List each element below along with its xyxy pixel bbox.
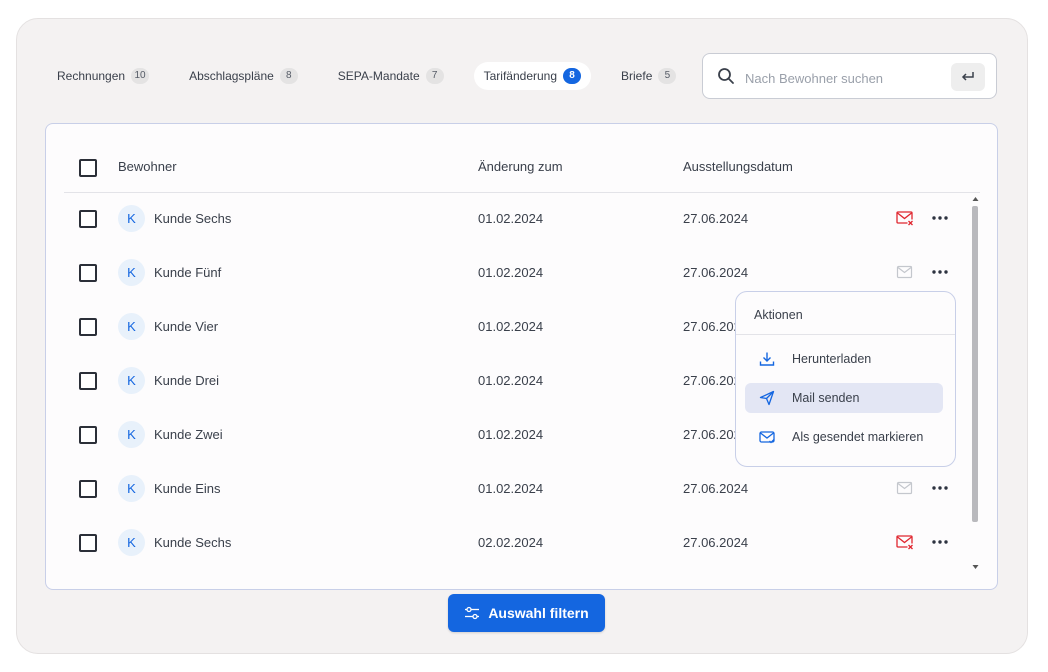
change-date: 01.02.2024 [478,427,544,442]
resident-name: Kunde Zwei [154,427,223,442]
tab-label: Briefe [621,69,653,83]
avatar: K [118,529,145,556]
search-input[interactable] [743,66,937,90]
filter-selection-button[interactable]: Auswahl filtern [448,594,605,632]
table-row[interactable]: K Kunde Eins 01.02.2024 27.06.2024 [64,462,980,516]
send-icon [759,390,775,406]
resident-name: Kunde Sechs [154,211,232,226]
tab-count-badge: 5 [658,68,677,84]
avatar: K [118,475,145,502]
menu-item-send-mail[interactable]: Mail senden [745,383,943,413]
menu-item-label: Als gesendet markieren [792,430,924,444]
avatar: K [118,313,145,340]
tab-label: Abschlagspläne [189,69,274,83]
column-header-issue-date: Ausstellungsdatum [683,159,793,174]
change-date: 01.02.2024 [478,481,544,496]
issue-date: 27.06.2024 [683,211,749,226]
resident-name: Kunde Eins [154,481,221,496]
table-header: Bewohner Änderung zum Ausstellungsdatum [64,144,980,193]
tab-bar: Rechnungen 10 Abschlagspläne 8 SEPA-Mand… [47,62,706,90]
tab-label: Rechnungen [57,69,126,83]
download-icon [759,352,775,366]
search-icon [718,68,734,84]
tab-count-badge: 8 [563,68,582,84]
resident-name: Kunde Fünf [154,265,222,280]
row-checkbox[interactable] [79,426,97,444]
scroll-down-icon[interactable] [972,564,979,570]
sliders-icon [465,606,480,620]
row-checkbox[interactable] [79,318,97,336]
tab-count-badge: 10 [131,68,150,84]
mail-icon[interactable] [896,264,914,280]
issue-date: 27.06.2024 [683,535,749,550]
tab-label: SEPA-Mandate [337,69,420,83]
search-submit-button[interactable] [951,63,985,91]
more-actions-button[interactable] [928,262,952,282]
mail-icon[interactable] [896,480,914,496]
scrollbar[interactable] [971,196,980,572]
column-header-change-date: Änderung zum [478,159,563,174]
change-date: 02.02.2024 [478,535,544,550]
issue-date: 27.06.2024 [683,481,749,496]
more-actions-button[interactable] [928,478,952,498]
select-all-checkbox[interactable] [79,159,97,177]
more-horizontal-icon [932,540,948,544]
menu-item-label: Mail senden [792,391,860,405]
change-date: 01.02.2024 [478,373,544,388]
mail-check-icon [759,431,775,444]
tab-abschlagsplaene[interactable]: Abschlagspläne 8 [179,62,308,90]
row-checkbox[interactable] [79,264,97,282]
resident-name: Kunde Sechs [154,535,232,550]
more-horizontal-icon [932,486,948,490]
menu-item-download[interactable]: Herunterladen [745,344,943,374]
tab-count-badge: 8 [279,68,298,84]
menu-item-label: Herunterladen [792,352,872,366]
more-actions-button[interactable] [928,208,952,228]
actions-menu-title: Aktionen [754,308,803,322]
more-horizontal-icon [932,270,948,274]
scroll-up-icon[interactable] [972,196,979,202]
row-checkbox[interactable] [79,210,97,228]
column-header-resident: Bewohner [118,159,177,174]
avatar: K [118,421,145,448]
more-horizontal-icon [932,216,948,220]
tab-label: Tarifänderung [483,69,558,83]
scrollbar-thumb[interactable] [972,206,978,522]
row-checkbox[interactable] [79,480,97,498]
actions-menu: Aktionen Herunterladen Mail senden Als g… [735,291,956,467]
enter-icon [961,72,974,81]
change-date: 01.02.2024 [478,319,544,334]
avatar: K [118,367,145,394]
row-checkbox[interactable] [79,372,97,390]
tab-sepa-mandate[interactable]: SEPA-Mandate 7 [328,62,454,90]
avatar: K [118,205,145,232]
tab-rechnungen[interactable]: Rechnungen 10 [47,62,159,90]
change-date: 01.02.2024 [478,265,544,280]
tab-tarifaenderung[interactable]: Tarifänderung 8 [473,62,592,90]
tab-count-badge: 7 [425,68,444,84]
row-checkbox[interactable] [79,534,97,552]
table-row[interactable]: K Kunde Sechs 01.02.2024 27.06.2024 [64,192,980,246]
filter-button-label: Auswahl filtern [488,605,589,621]
resident-name: Kunde Vier [154,319,219,334]
resident-name: Kunde Drei [154,373,220,388]
search-box [702,53,997,99]
change-date: 01.02.2024 [478,211,544,226]
avatar: K [118,259,145,286]
menu-item-mark-sent[interactable]: Als gesendet markieren [745,422,943,452]
issue-date: 27.06.2024 [683,265,749,280]
mail-error-icon[interactable] [896,534,914,550]
mail-error-icon[interactable] [896,210,914,226]
divider [736,334,955,335]
more-actions-button[interactable] [928,532,952,552]
tab-briefe[interactable]: Briefe 5 [611,62,686,90]
table-row[interactable]: K Kunde Sechs 02.02.2024 27.06.2024 [64,516,980,570]
